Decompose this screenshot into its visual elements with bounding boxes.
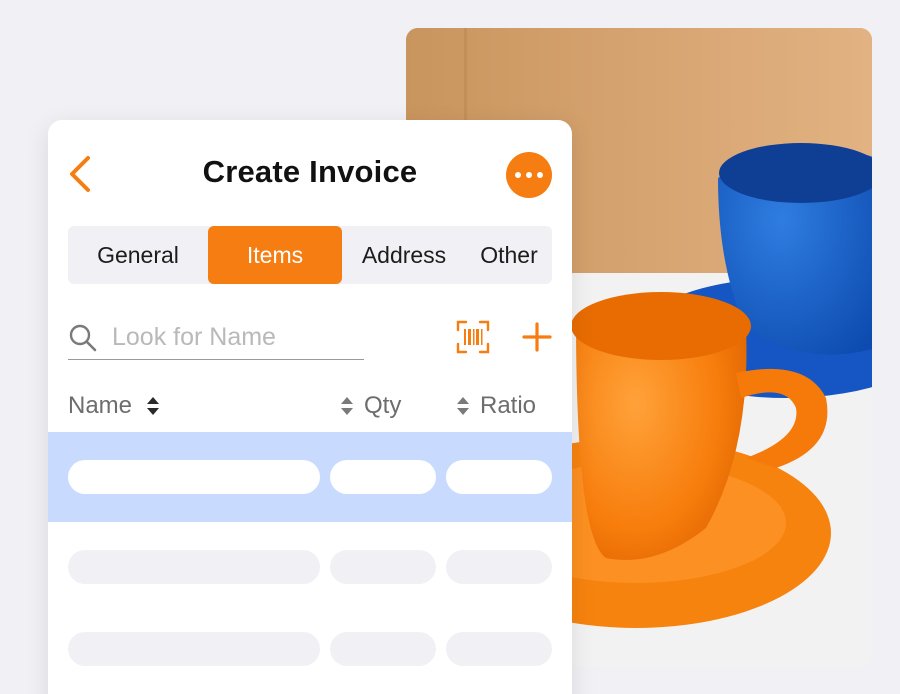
- tab-general[interactable]: General: [68, 226, 208, 284]
- add-item-button[interactable]: [522, 322, 552, 352]
- placeholder-cell-qty: [330, 550, 436, 584]
- page-title: Create Invoice: [202, 154, 418, 189]
- placeholder-cell-name: [68, 550, 320, 584]
- sort-icon: [341, 397, 353, 415]
- tab-address[interactable]: Address: [342, 226, 466, 284]
- column-ratio-label: Ratio: [480, 392, 537, 419]
- column-name-label: Name: [68, 392, 133, 419]
- tab-bar: General Items Address Other: [68, 226, 552, 284]
- column-header-qty[interactable]: Qty: [340, 390, 401, 422]
- placeholder-cell-ratio: [446, 460, 552, 494]
- more-dot: [526, 172, 532, 178]
- placeholder-cell-qty: [330, 632, 436, 666]
- scan-barcode-button[interactable]: [456, 320, 490, 354]
- search-bar: [68, 316, 364, 360]
- more-button[interactable]: [506, 152, 552, 198]
- tab-items[interactable]: Items: [208, 226, 342, 284]
- placeholder-cell-ratio: [446, 550, 552, 584]
- column-qty-label: Qty: [364, 392, 402, 419]
- tab-other[interactable]: Other: [466, 226, 552, 284]
- invoice-card: Create Invoice General Items Address Oth…: [48, 120, 572, 694]
- placeholder-cell-ratio: [446, 632, 552, 666]
- header: Create Invoice: [48, 120, 572, 224]
- sort-icon: [147, 397, 160, 415]
- table-row[interactable]: [48, 604, 572, 694]
- barcode-scan-icon: [456, 320, 490, 354]
- plus-icon: [522, 322, 552, 352]
- placeholder-cell-name: [68, 460, 320, 494]
- column-header-name[interactable]: Name: [68, 390, 160, 422]
- table-row[interactable]: [48, 522, 572, 612]
- column-header-ratio[interactable]: Ratio: [456, 390, 536, 422]
- placeholder-cell-qty: [330, 460, 436, 494]
- search-icon: [69, 324, 97, 351]
- more-horizontal-icon: [515, 172, 521, 178]
- placeholder-cell-name: [68, 632, 320, 666]
- table-row-selected[interactable]: [48, 432, 572, 522]
- more-dot: [537, 172, 543, 178]
- search-input[interactable]: [112, 323, 362, 352]
- sort-icon: [457, 397, 469, 415]
- stage: Create Invoice General Items Address Oth…: [0, 0, 900, 694]
